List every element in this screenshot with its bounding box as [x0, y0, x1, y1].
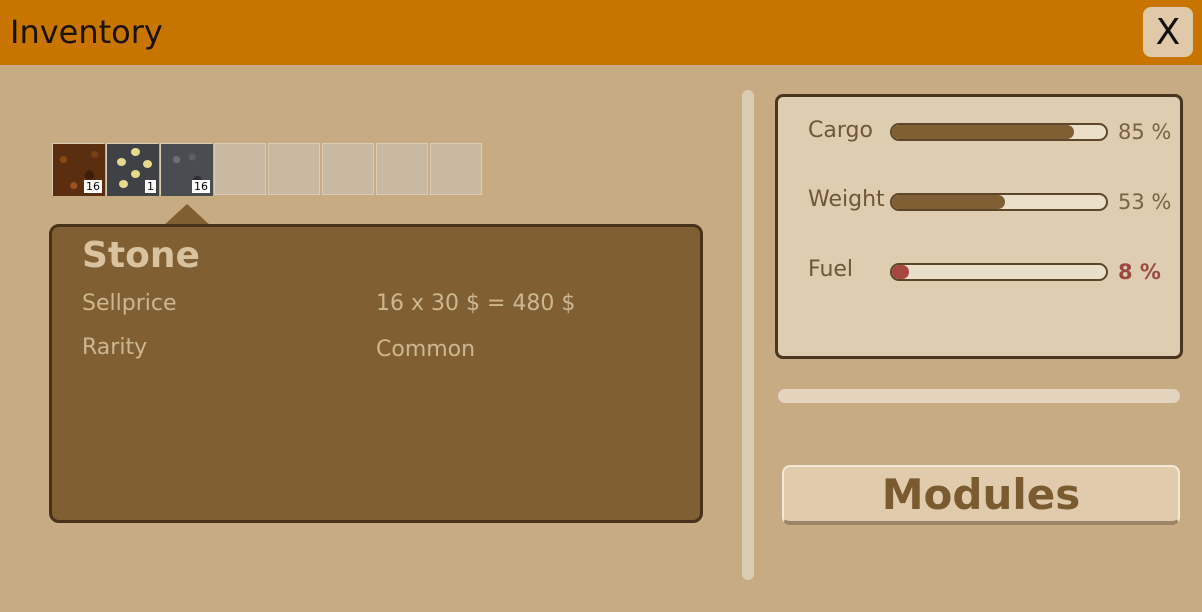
rarity-value: Common — [376, 337, 476, 362]
sellprice-value: 16 x 30 $ = 480 $ — [376, 291, 576, 316]
rarity-label: Rarity — [82, 335, 148, 360]
weight-label: Weight — [808, 187, 885, 212]
weight-bar — [890, 193, 1108, 211]
inventory-slot-6[interactable] — [322, 143, 374, 195]
item-tooltip: Stone Sellprice 16 x 30 $ = 480 $ Rarity… — [49, 224, 703, 523]
inventory-slot-7[interactable] — [376, 143, 428, 195]
tooltip-pointer — [163, 204, 211, 226]
window-title: Inventory — [10, 13, 163, 51]
inventory-slot-2[interactable]: 1 — [106, 143, 159, 196]
slot-count: 1 — [145, 180, 156, 193]
close-button[interactable]: X — [1143, 7, 1193, 57]
fuel-bar — [890, 263, 1108, 281]
cargo-bar-fill — [892, 125, 1074, 139]
modules-button[interactable]: Modules — [782, 465, 1180, 525]
title-bar: Inventory X — [0, 0, 1202, 65]
inventory-slot-5[interactable] — [268, 143, 320, 195]
fuel-label: Fuel — [808, 257, 854, 282]
cargo-bar — [890, 123, 1108, 141]
sellprice-label: Sellprice — [82, 291, 177, 316]
slot-count: 16 — [84, 180, 102, 193]
inventory-slots: 16 1 16 — [52, 143, 484, 197]
inventory-slot-8[interactable] — [430, 143, 482, 195]
stats-panel: Cargo 85 % Weight 53 % Fuel 8 % — [775, 94, 1183, 359]
inventory-slot-1[interactable]: 16 — [52, 143, 105, 196]
panel-divider — [742, 90, 754, 580]
inventory-slot-3[interactable]: 16 — [160, 143, 213, 196]
slot-count: 16 — [192, 180, 210, 193]
secondary-bar — [778, 389, 1180, 403]
weight-bar-fill — [892, 195, 1006, 209]
cargo-value: 85 % — [1118, 120, 1172, 144]
cargo-label: Cargo — [808, 118, 873, 143]
item-name: Stone — [82, 235, 200, 276]
fuel-value: 8 % — [1118, 260, 1161, 284]
weight-value: 53 % — [1118, 190, 1172, 214]
inventory-slot-4[interactable] — [214, 143, 266, 195]
fuel-bar-fill — [892, 265, 910, 279]
